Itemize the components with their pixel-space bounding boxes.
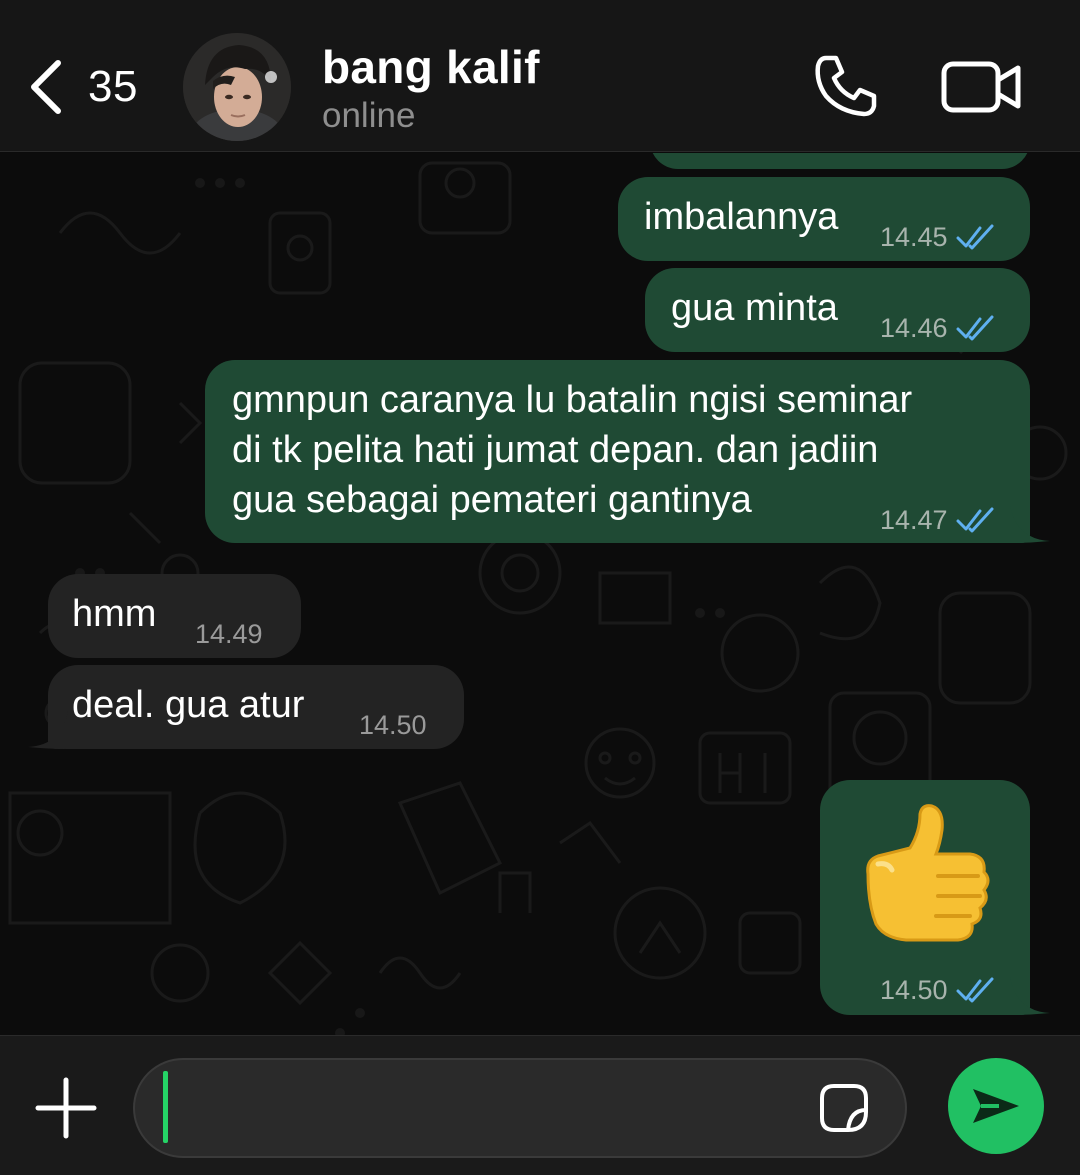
avatar-photo [183, 33, 291, 141]
message-meta: 14.46 [880, 302, 996, 354]
chat-area[interactable]: imbalannya 14.45 gua minta 14.46 gmnpun … [0, 153, 1080, 1035]
bubble-tail [1010, 977, 1050, 1015]
message-time: 14.47 [880, 505, 948, 535]
double-check-icon [956, 315, 994, 341]
message-text-line: gua sebagai pemateri gantinya [232, 479, 752, 521]
message-meta: 14.50 [880, 964, 996, 1016]
message-time: 14.46 [880, 313, 948, 343]
plus-icon[interactable] [34, 1076, 98, 1140]
contact-status: online [322, 96, 416, 135]
bubble-tail [1010, 505, 1050, 543]
sticker-icon[interactable] [816, 1080, 872, 1136]
message-text: imbalannya [644, 196, 839, 238]
message-bubble-emoji[interactable]: 14.50 [820, 780, 1030, 1015]
send-icon [973, 1089, 1019, 1123]
message-input-box[interactable] [133, 1058, 907, 1158]
message-composer [0, 1035, 1080, 1175]
video-call-button[interactable] [940, 58, 1024, 118]
message-bubble[interactable]: deal. gua atur 14.50 [48, 665, 464, 749]
message-time: 14.50 [880, 975, 948, 1005]
message-bubble-partial[interactable] [650, 153, 1030, 169]
double-check-icon [956, 224, 994, 250]
contact-name[interactable]: bang kalif [322, 40, 540, 94]
double-check-icon [956, 977, 994, 1003]
chat-header: 35 bang kalif online [0, 0, 1080, 152]
message-text: deal. gua atur [72, 684, 305, 726]
thumbs-up-emoji [866, 804, 990, 942]
message-time: 14.45 [880, 222, 948, 252]
message-meta: 14.49 [195, 608, 263, 660]
video-camera-icon [941, 61, 1021, 113]
send-button[interactable] [948, 1058, 1044, 1154]
double-check-icon [956, 507, 994, 533]
back-chevron-icon [31, 60, 61, 114]
phone-icon [815, 55, 877, 117]
back-button[interactable]: 35 [24, 52, 164, 122]
message-text: gua minta [671, 287, 838, 329]
voice-call-button[interactable] [812, 52, 880, 120]
message-text-line: gmnpun caranya lu batalin ngisi seminar [232, 379, 913, 421]
message-bubble[interactable]: hmm 14.49 [48, 574, 301, 658]
message-text: hmm [72, 593, 157, 635]
message-bubble[interactable]: gmnpun caranya lu batalin ngisi seminar … [205, 360, 1030, 543]
avatar[interactable] [183, 33, 291, 141]
unread-count: 35 [88, 62, 138, 111]
text-caret [163, 1071, 168, 1143]
message-bubble[interactable]: gua minta 14.46 [645, 268, 1030, 352]
message-time: 14.49 [195, 619, 263, 649]
message-time: 14.50 [359, 710, 427, 740]
message-meta: 14.50 [359, 699, 427, 751]
message-meta: 14.47 [880, 494, 996, 546]
message-meta: 14.45 [880, 211, 996, 263]
bubble-tail [28, 711, 68, 749]
message-bubble[interactable]: imbalannya 14.45 [618, 177, 1030, 261]
message-input[interactable] [165, 1060, 815, 1156]
message-text-line: di tk pelita hati jumat depan. dan jadii… [232, 429, 879, 471]
